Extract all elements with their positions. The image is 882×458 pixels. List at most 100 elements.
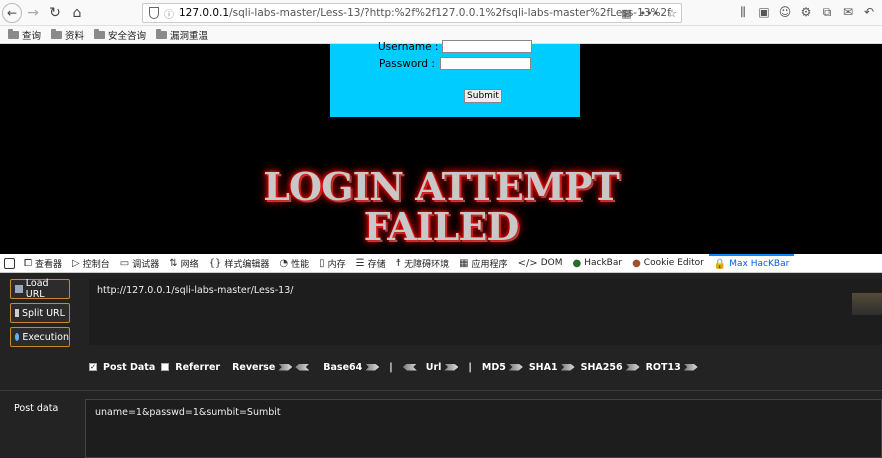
tab-style-editor[interactable]: {} 样式编辑器 bbox=[204, 254, 275, 273]
url-bar[interactable]: ⓘ 127.0.0.1/sqli-labs-master/Less-13/?ht… bbox=[142, 3, 682, 23]
folder-icon bbox=[8, 28, 19, 39]
md5-option[interactable]: MD5 bbox=[482, 362, 523, 373]
url-path: /sqli-labs-master/Less-13/?http:%2f%2f12… bbox=[229, 7, 671, 19]
tab-label: DOM bbox=[540, 258, 563, 268]
username-input[interactable] bbox=[442, 40, 532, 53]
application-icon: ▦ bbox=[459, 257, 469, 269]
tab-network[interactable]: ⇅ 网络 bbox=[164, 254, 203, 273]
bookmark-label: 安全咨询 bbox=[108, 30, 147, 42]
memory-icon: ▯ bbox=[319, 257, 325, 269]
element-picker-icon[interactable] bbox=[4, 257, 15, 269]
password-input[interactable] bbox=[440, 57, 531, 70]
url-textarea[interactable]: http://127.0.0.1/sqli-labs-master/Less-1… bbox=[89, 279, 882, 345]
tab-inspector[interactable]: ⧠ 查看器 bbox=[19, 254, 67, 273]
tab-storage[interactable]: ☰ 存储 bbox=[351, 254, 391, 273]
base64-option[interactable]: Base64 bbox=[323, 362, 380, 373]
tab-dom[interactable]: </> DOM bbox=[513, 254, 568, 273]
hackbar-panel: Load URL Split URL Execution http://127.… bbox=[0, 273, 882, 458]
account-icon[interactable]: ☺ bbox=[778, 4, 792, 20]
load-url-button[interactable]: Load URL bbox=[10, 278, 70, 300]
arrow-right-icon[interactable] bbox=[365, 363, 380, 371]
bookmark-folder[interactable]: 资料 bbox=[51, 28, 84, 42]
arrow-right-icon[interactable] bbox=[444, 363, 459, 371]
tab-accessibility[interactable]: ☨ 无障碍环境 bbox=[391, 254, 454, 273]
arrow-right-icon[interactable] bbox=[508, 363, 523, 371]
tab-memory[interactable]: ▯ 内存 bbox=[314, 254, 351, 273]
undo-icon[interactable]: ↶ bbox=[862, 4, 876, 20]
arrow-right-icon[interactable] bbox=[683, 363, 698, 371]
option-label: SHA1 bbox=[528, 361, 558, 373]
tab-cookie-editor[interactable]: ● Cookie Editor bbox=[627, 254, 709, 273]
chat-icon[interactable]: ✉ bbox=[841, 4, 855, 20]
devtools-tab-bar: ⧠ 查看器 ▷ 控制台 ▭ 调试器 ⇅ 网络 {} 样式编辑器 ◔ 性能 ▯ 内存 ☰ 存储 ☨… bbox=[0, 253, 882, 273]
screenshot-icon[interactable]: ⧉ bbox=[820, 4, 834, 20]
bookmark-star-icon[interactable]: ☆ bbox=[667, 7, 677, 20]
library-icon[interactable]: ⫼ bbox=[736, 4, 750, 20]
option-label: SHA256 bbox=[580, 361, 623, 373]
submit-button[interactable]: Submit bbox=[464, 89, 502, 103]
login-failed-line1: LOGIN ATTEMPT bbox=[263, 164, 620, 209]
extension-icon[interactable]: ⚙ bbox=[799, 4, 813, 20]
tab-max-hackbar[interactable]: 🔒 Max HacKBar bbox=[708, 253, 795, 273]
sha256-option[interactable]: SHA256 bbox=[581, 362, 640, 373]
resize-handle-icon[interactable] bbox=[852, 293, 882, 315]
load-icon bbox=[15, 285, 23, 293]
post-data-textarea[interactable]: uname=1&passwd=1&sumbit=Sumbit bbox=[85, 399, 882, 458]
tab-application[interactable]: ▦ 应用程序 bbox=[454, 254, 512, 273]
shield-icon[interactable] bbox=[149, 7, 159, 19]
tab-hackbar[interactable]: ● HackBar bbox=[567, 254, 627, 273]
arrow-left-icon[interactable] bbox=[402, 363, 417, 371]
option-label: Reverse bbox=[232, 361, 276, 373]
arrow-right-icon[interactable] bbox=[560, 363, 575, 371]
post-data-value: uname=1&passwd=1&sumbit=Sumbit bbox=[95, 407, 281, 418]
qr-code-icon[interactable]: ▦ bbox=[621, 7, 631, 20]
url-text[interactable]: 127.0.0.1/sqli-labs-master/Less-13/?http… bbox=[179, 7, 671, 19]
bookmark-folder[interactable]: 安全咨询 bbox=[94, 28, 146, 42]
forward-button[interactable]: → bbox=[22, 2, 44, 24]
home-button[interactable]: ⌂ bbox=[66, 2, 88, 24]
accessibility-icon: ☨ bbox=[395, 257, 402, 269]
arrow-left-icon[interactable] bbox=[295, 363, 310, 371]
reload-button[interactable]: ↻ bbox=[44, 2, 66, 24]
separator: | bbox=[468, 361, 472, 373]
bookmark-folder[interactable]: 漏洞重温 bbox=[156, 28, 208, 42]
referrer-checkbox[interactable]: Referrer bbox=[161, 362, 220, 373]
back-button[interactable]: ← bbox=[2, 2, 22, 23]
options-row: ✓ Post Data Referrer Reverse Base64 | Url… bbox=[89, 360, 698, 374]
option-label: ROT13 bbox=[645, 361, 681, 373]
execution-button[interactable]: Execution bbox=[10, 327, 70, 347]
lock-icon: 🔒 bbox=[713, 258, 727, 270]
sha1-option[interactable]: SHA1 bbox=[529, 362, 575, 373]
bookmark-folder[interactable]: 查询 bbox=[8, 28, 41, 42]
tab-debugger[interactable]: ▭ 调试器 bbox=[115, 254, 164, 273]
post-data-checkbox[interactable]: ✓ Post Data bbox=[89, 362, 155, 373]
arrow-right-icon[interactable] bbox=[625, 363, 640, 371]
tab-console[interactable]: ▷ 控制台 bbox=[67, 254, 115, 273]
sidebar-icon[interactable]: ▣ bbox=[757, 4, 771, 20]
rot13-option[interactable]: ROT13 bbox=[646, 362, 698, 373]
url-option[interactable]: Url bbox=[402, 362, 459, 373]
page-info-icon[interactable]: ⓘ bbox=[164, 6, 174, 21]
arrow-right-icon[interactable] bbox=[278, 363, 293, 371]
tab-label: Max HacKBar bbox=[729, 259, 790, 269]
bookmark-label: 资料 bbox=[65, 30, 85, 42]
login-failed-line2: FAILED bbox=[363, 204, 520, 249]
storage-icon: ☰ bbox=[355, 257, 365, 269]
reverse-option[interactable]: Reverse bbox=[232, 361, 310, 373]
page-actions-icon[interactable]: ••• bbox=[640, 7, 659, 20]
split-url-button[interactable]: Split URL bbox=[10, 303, 70, 323]
inspector-icon: ⧠ bbox=[24, 257, 32, 269]
tab-label: 无障碍环境 bbox=[404, 259, 450, 270]
username-label: Username : bbox=[378, 41, 439, 53]
dom-icon: </> bbox=[517, 257, 538, 269]
password-label: Password : bbox=[379, 58, 435, 70]
bookmark-label: 漏洞重温 bbox=[170, 30, 209, 42]
tab-label: 存储 bbox=[367, 259, 386, 270]
style-editor-icon: {} bbox=[208, 257, 222, 269]
option-label: Referrer bbox=[175, 361, 221, 373]
separator: | bbox=[389, 361, 393, 373]
folder-icon bbox=[51, 28, 63, 39]
tab-performance[interactable]: ◔ 性能 bbox=[274, 254, 314, 273]
option-label: MD5 bbox=[481, 361, 506, 373]
network-icon: ⇅ bbox=[169, 257, 178, 269]
